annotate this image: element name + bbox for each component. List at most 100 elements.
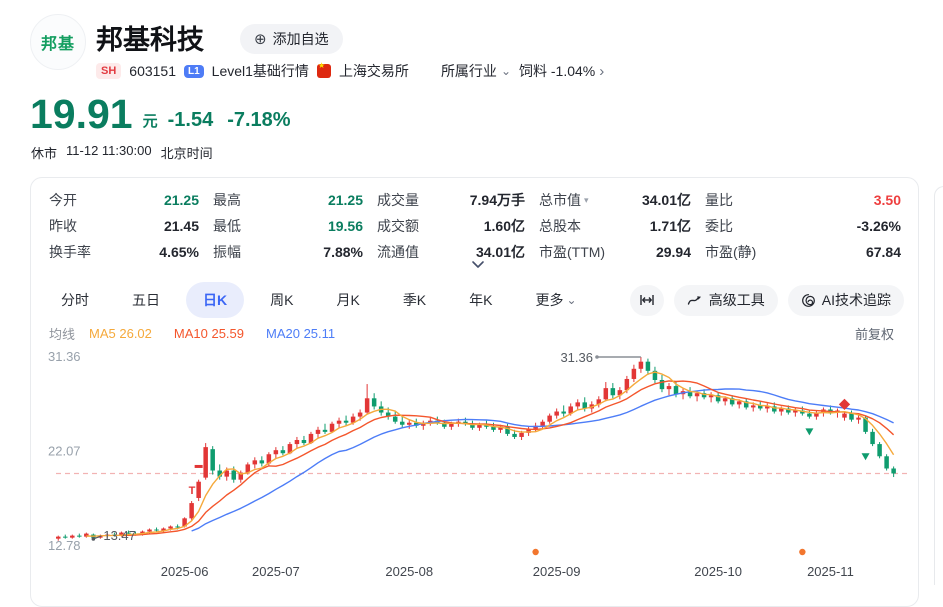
market-status: 休市: [31, 143, 57, 162]
tab-更多[interactable]: 更多⌄: [536, 290, 577, 310]
industry-link[interactable]: 饲料 -1.04% ›: [519, 61, 604, 81]
candle-body: [547, 416, 552, 422]
stat-label: 委比: [705, 216, 733, 236]
candle-body: [147, 530, 152, 532]
ma-legend-row: 均线 MA5 26.02 MA10 25.59 MA20 25.11 前复权: [31, 324, 918, 343]
x-axis-label: 2025-07: [246, 564, 306, 579]
candle-body: [344, 421, 349, 423]
stat-label: 成交量: [377, 190, 419, 210]
tab-年K[interactable]: 年K: [469, 290, 492, 310]
tab-日K[interactable]: 日K: [186, 282, 244, 318]
stat-label: 今开: [49, 190, 77, 210]
stat-label: 量比: [705, 190, 733, 210]
adjust-mode-selector[interactable]: 前复权: [855, 324, 894, 343]
candle-body: [168, 526, 173, 528]
stats-row: 今开21.25最高21.25成交量7.94万手总市值▾34.01亿量比3.50: [49, 187, 902, 213]
tab-分时[interactable]: 分时: [61, 290, 89, 310]
candle-body: [870, 432, 875, 444]
tab-label: 日K: [203, 290, 227, 310]
candle-body: [260, 460, 265, 463]
tab-五日[interactable]: 五日: [132, 290, 160, 310]
market-status-row: 休市 11-12 11:30:00 北京时间: [31, 143, 213, 162]
chevron-down-icon: ⌄: [501, 64, 511, 78]
price-unit: 元: [143, 110, 158, 135]
tab-月K[interactable]: 月K: [336, 290, 359, 310]
tab-label: 更多: [536, 290, 564, 310]
chevron-down-icon: ⌄: [567, 293, 577, 307]
candle-body: [253, 460, 258, 464]
candle-body: [407, 423, 412, 425]
stat-量比: 量比 3.50: [705, 190, 901, 210]
candle-body: [604, 388, 609, 399]
candle-body: [849, 414, 854, 420]
candle-body: [856, 418, 861, 420]
industry-selector[interactable]: 所属行业 ⌄: [441, 61, 511, 81]
stat-流通值: 流通值34.01亿: [377, 242, 525, 262]
timezone-label: 北京时间: [161, 143, 213, 162]
stat-委比: 委比 -3.26%: [705, 216, 901, 236]
tab-label: 月K: [336, 290, 359, 310]
ma5-legend: MA5 26.02: [89, 326, 152, 341]
event-marker-dash: [195, 465, 203, 468]
tab-季K[interactable]: 季K: [403, 290, 426, 310]
stat-value: 4.65%: [159, 244, 199, 260]
stat-最低: 最低19.56: [213, 216, 363, 236]
candle-body: [540, 422, 545, 426]
candle-body: [519, 433, 524, 437]
candle-body: [639, 362, 644, 369]
expand-stats-chevron[interactable]: [469, 259, 487, 271]
stat-市盈(静): 市盈(静)67.84: [705, 242, 901, 262]
y-axis-tick: 31.36: [48, 349, 81, 364]
tab-label: 分时: [61, 290, 89, 310]
candlestick-chart[interactable]: T31.3622.0712.7831.3613.47: [31, 346, 920, 562]
ai-tracking-button[interactable]: AI技术追踪: [788, 285, 904, 316]
stat-label: 市盈(TTM): [539, 242, 605, 262]
stat-label: 昨收: [49, 216, 77, 236]
x-axis-label: 2025-10: [688, 564, 748, 579]
tab-label: 年K: [469, 290, 492, 310]
candle-body: [632, 369, 637, 379]
candle-body: [203, 447, 208, 478]
candle-body: [674, 386, 679, 394]
x-axis-label: 2025-06: [155, 564, 215, 579]
stat-value: 1.71亿: [650, 216, 691, 236]
candle-body: [365, 398, 370, 412]
tab-label: 季K: [403, 290, 426, 310]
candle-body: [884, 456, 889, 468]
advanced-tools-button[interactable]: 高级工具: [674, 285, 778, 316]
stats-grid: 今开21.25最高21.25成交量7.94万手总市值▾34.01亿量比3.50昨…: [31, 187, 918, 265]
stat-成交额: 成交额1.60亿: [377, 216, 525, 236]
add-watchlist-button[interactable]: ⊕ 添加自选: [240, 24, 343, 54]
last-price: 19.91: [30, 94, 133, 135]
ai-tracking-label: AI技术追踪: [822, 290, 891, 310]
tab-周K[interactable]: 周K: [270, 290, 293, 310]
level-quote-link[interactable]: Level1基础行情: [212, 61, 309, 81]
stat-总市值[interactable]: 总市值▾34.01亿: [539, 190, 691, 210]
ma-legend-title: 均线: [49, 324, 75, 343]
candle-body: [512, 434, 517, 437]
stat-label: 最低: [213, 216, 241, 236]
stat-label: 流通值: [377, 242, 419, 262]
timeline-event-dot: [532, 549, 538, 555]
stat-今开: 今开21.25: [49, 190, 199, 210]
event-marker-T: T: [189, 485, 196, 497]
event-marker-triangle-down: [805, 428, 813, 435]
stat-value: 21.25: [328, 192, 363, 208]
candle-body: [449, 424, 454, 427]
price-change: -1.54 -7.18%: [168, 109, 291, 135]
stock-logo-avatar: 邦基: [30, 14, 86, 70]
chart-period-tabbar: 分时 五日 日K 周K 月K 季K 年K 更多⌄ 高级工具: [31, 281, 918, 319]
stat-value: -3.26%: [857, 218, 901, 234]
stat-value: 67.84: [866, 244, 901, 260]
x-axis-label: 2025-11: [800, 564, 860, 579]
fit-width-button[interactable]: [630, 285, 664, 316]
candle-body: [667, 386, 672, 389]
candle-body: [196, 482, 201, 498]
ma20-legend: MA20 25.11: [266, 326, 335, 341]
stat-总股本: 总股本1.71亿: [539, 216, 691, 236]
stat-value: 3.50: [874, 192, 901, 208]
candle-body: [323, 430, 328, 432]
y-axis-tick: 22.07: [48, 444, 81, 459]
caret-down-icon: ▾: [584, 195, 589, 206]
stat-换手率: 换手率4.65%: [49, 242, 199, 262]
